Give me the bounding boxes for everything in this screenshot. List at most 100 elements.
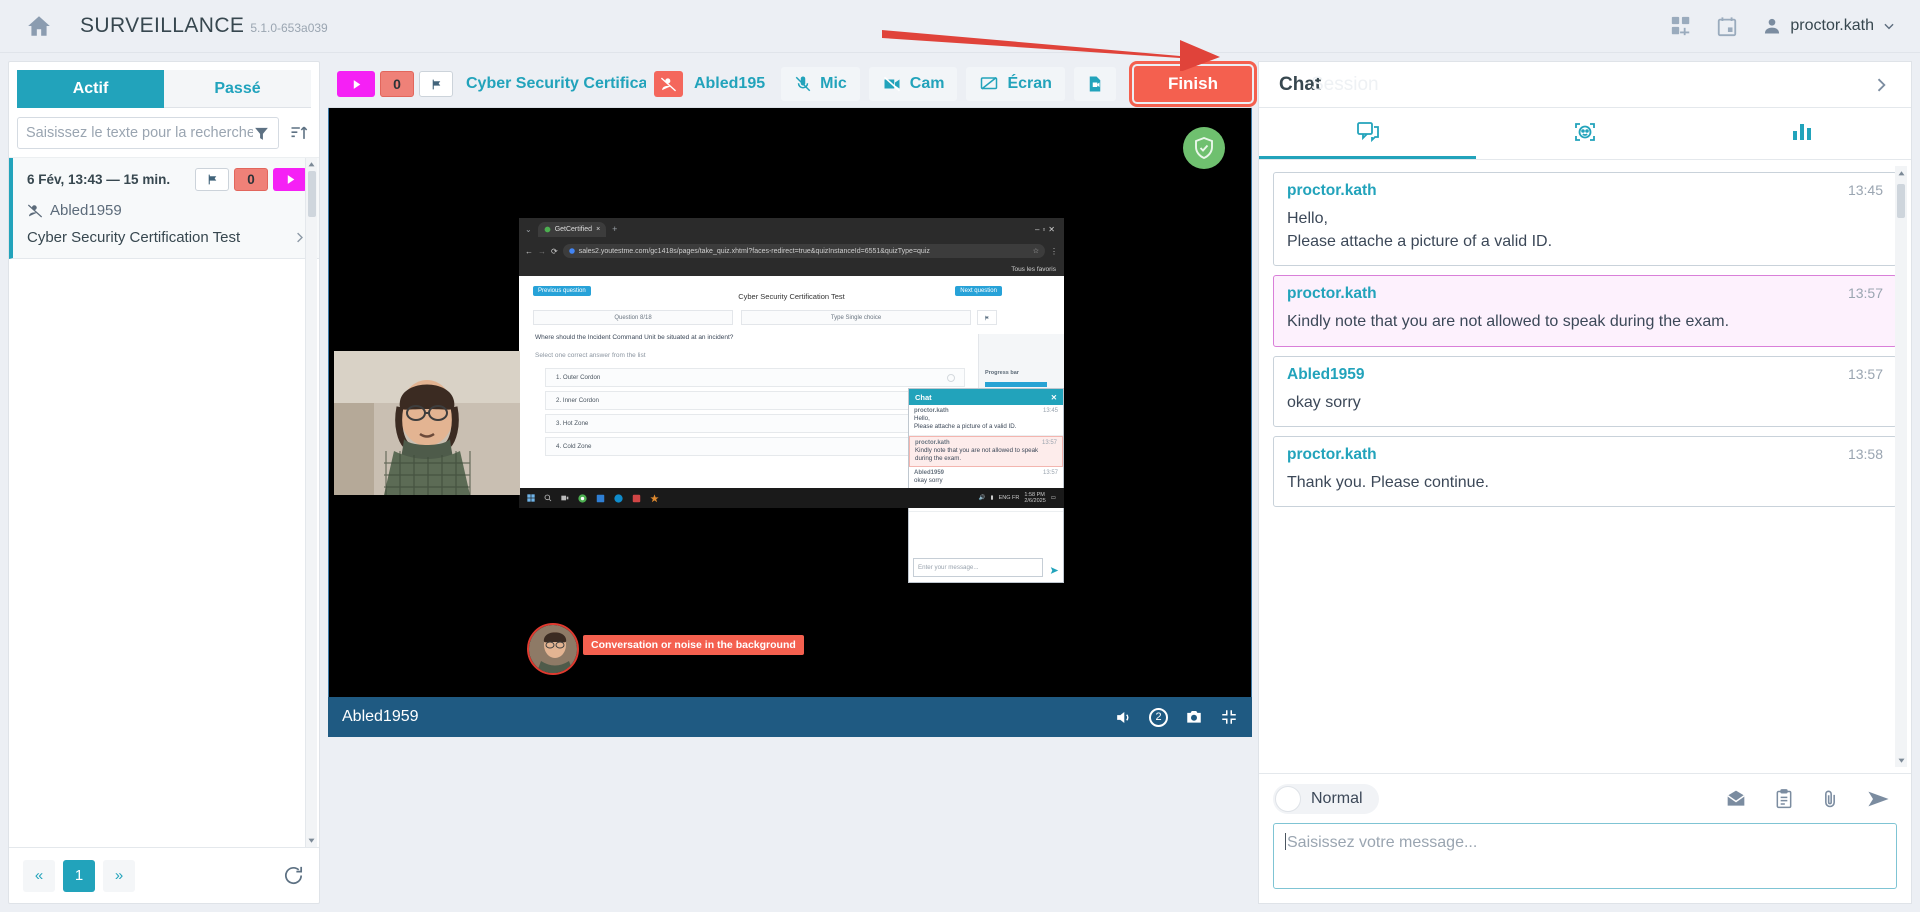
windows-start-icon[interactable] <box>527 494 535 502</box>
chat-scrollbar[interactable] <box>1895 166 1907 767</box>
alert-count-badge[interactable]: 0 <box>380 71 414 97</box>
volume-icon[interactable]: 🔊 <box>979 495 986 501</box>
envelope-icon[interactable] <box>1724 789 1748 809</box>
bookmarks-label: Tous les favoris <box>1011 266 1056 273</box>
volume-icon[interactable] <box>1114 708 1133 727</box>
inner-chat-input[interactable]: Enter your message... <box>913 558 1043 577</box>
priority-toggle[interactable]: Normal <box>1273 784 1379 814</box>
chat-body: Thank you. Please continue. <box>1287 471 1883 494</box>
session-exam: Cyber Security Certification Test <box>27 229 240 246</box>
answer-option[interactable]: 3. Hot Zone <box>545 414 965 433</box>
chevron-right-icon[interactable] <box>1871 75 1891 95</box>
session-list-scrollbar[interactable] <box>305 158 317 847</box>
alert-count-badge[interactable]: 0 <box>234 168 268 191</box>
mic-off-icon <box>794 75 812 93</box>
window-controls: –▫✕ <box>1035 225 1058 234</box>
answer-option-label: 1. Outer Cordon <box>556 374 600 381</box>
search-icon[interactable] <box>544 494 552 502</box>
shared-screen-capture: ⌄ GetCertified × + –▫✕ ←→⟳ sales2.youtes… <box>519 218 1064 508</box>
utility-icon[interactable] <box>650 494 659 503</box>
cam-label: Cam <box>910 75 945 93</box>
chat-message: proctor.kath 13:45 Hello, Please attache… <box>1273 172 1897 266</box>
pagination: « 1 » <box>9 847 319 903</box>
clipboard-icon[interactable] <box>1774 788 1794 810</box>
flag-question-icon[interactable] <box>977 310 997 325</box>
refresh-icon[interactable] <box>282 864 305 887</box>
brand: SURVEILLANCE 5.1.0-653a039 <box>80 14 328 38</box>
chat-panel-header: Session Chat <box>1259 62 1911 108</box>
next-question-button[interactable]: Next question <box>955 286 1002 296</box>
close-icon[interactable]: ✕ <box>1051 393 1057 402</box>
chat-time: 13:57 <box>1848 285 1883 301</box>
scroll-down-icon[interactable] <box>1895 753 1907 767</box>
collapse-icon[interactable] <box>1220 708 1238 726</box>
session-time: 6 Fév, 13:43 — 15 min. <box>27 172 170 187</box>
flag-icon[interactable] <box>419 71 453 97</box>
finish-button[interactable]: Finish <box>1134 66 1252 102</box>
scrollbar-thumb[interactable] <box>1897 184 1905 218</box>
sort-icon[interactable] <box>287 120 311 146</box>
screen-toggle-button[interactable]: Écran <box>966 67 1064 101</box>
question-instruction: Select one correct answer from the list <box>535 352 646 359</box>
calendar-icon[interactable] <box>1716 15 1738 38</box>
tab-identity[interactable] <box>1476 108 1693 159</box>
user-menu[interactable]: proctor.kath <box>1762 16 1896 36</box>
question-type: Type Single choice <box>741 310 971 325</box>
chevron-down-icon <box>1882 19 1896 33</box>
search-row <box>9 108 319 157</box>
flag-icon[interactable] <box>195 168 229 191</box>
answer-option[interactable]: 4. Cold Zone <box>545 437 965 456</box>
scroll-down-icon[interactable] <box>306 834 317 847</box>
app-icon[interactable] <box>632 494 641 503</box>
scroll-up-icon[interactable] <box>1895 166 1907 180</box>
chat-panel: Session Chat <box>1258 61 1912 904</box>
tab-actif[interactable]: Actif <box>17 70 164 108</box>
page-last-button[interactable]: » <box>103 860 135 892</box>
record-file-button[interactable] <box>1074 67 1116 101</box>
page-first-button[interactable]: « <box>23 860 55 892</box>
user-muted-icon[interactable] <box>654 71 683 97</box>
apps-add-icon[interactable] <box>1670 15 1692 37</box>
tab-statistics[interactable] <box>1694 108 1911 159</box>
tab-passe[interactable]: Passé <box>164 70 311 108</box>
scrollbar-thumb[interactable] <box>308 171 316 217</box>
user-muted-icon <box>27 203 43 219</box>
answer-option-label: 4. Cold Zone <box>556 443 591 450</box>
store-icon[interactable] <box>596 494 605 503</box>
inner-chat-time: 13:57 <box>1043 470 1058 476</box>
lang-secondary: FR <box>1012 495 1019 501</box>
scroll-up-icon[interactable] <box>306 158 317 171</box>
funnel-filter-icon[interactable] <box>253 125 270 142</box>
windows-taskbar: 🔊 ▮ ENG FR 1:58 PM 2/6/2025 ▭ <box>519 488 1064 508</box>
task-view-icon[interactable] <box>561 494 569 502</box>
send-icon[interactable] <box>1866 788 1891 810</box>
chat-composer: Normal Saisissez votre message... <box>1259 773 1911 903</box>
inner-chat-body: okay sorry <box>914 477 1058 485</box>
search-input[interactable] <box>26 125 253 141</box>
notifications-icon[interactable]: ▭ <box>1051 495 1056 501</box>
answer-option-label: 3. Hot Zone <box>556 420 588 427</box>
play-icon[interactable] <box>337 71 375 97</box>
tab-chat[interactable] <box>1259 108 1476 159</box>
cam-toggle-button[interactable]: Cam <box>869 67 958 101</box>
home-icon[interactable] <box>22 9 56 43</box>
answer-option[interactable]: 2. Inner Cordon <box>545 391 965 410</box>
language-indicator[interactable]: ENG FR <box>999 495 1020 501</box>
url-input[interactable]: sales2.youtestme.com/gc1418s/pages/take_… <box>563 244 1045 258</box>
browser-tab: GetCertified × <box>538 222 606 237</box>
page-1-button[interactable]: 1 <box>63 860 95 892</box>
send-icon[interactable] <box>1050 566 1059 575</box>
camera-icon[interactable] <box>1184 708 1204 726</box>
browser2-icon[interactable] <box>614 494 623 503</box>
answer-option[interactable]: 1. Outer Cordon <box>545 368 965 387</box>
chrome-icon[interactable] <box>578 494 587 503</box>
session-item[interactable]: 6 Fév, 13:43 — 15 min. 0 Abled1959 <box>9 158 319 259</box>
play-icon[interactable] <box>273 168 307 191</box>
video-stage[interactable]: ⌄ GetCertified × + –▫✕ ←→⟳ sales2.youtes… <box>328 108 1252 697</box>
search-box[interactable] <box>17 117 279 149</box>
paperclip-icon[interactable] <box>1820 788 1840 810</box>
network-icon[interactable]: ▮ <box>991 495 994 501</box>
message-input[interactable]: Saisissez votre message... <box>1273 823 1897 889</box>
chat-body: Hello, Please attache a picture of a val… <box>1287 207 1883 253</box>
mic-toggle-button[interactable]: Mic <box>781 67 860 101</box>
